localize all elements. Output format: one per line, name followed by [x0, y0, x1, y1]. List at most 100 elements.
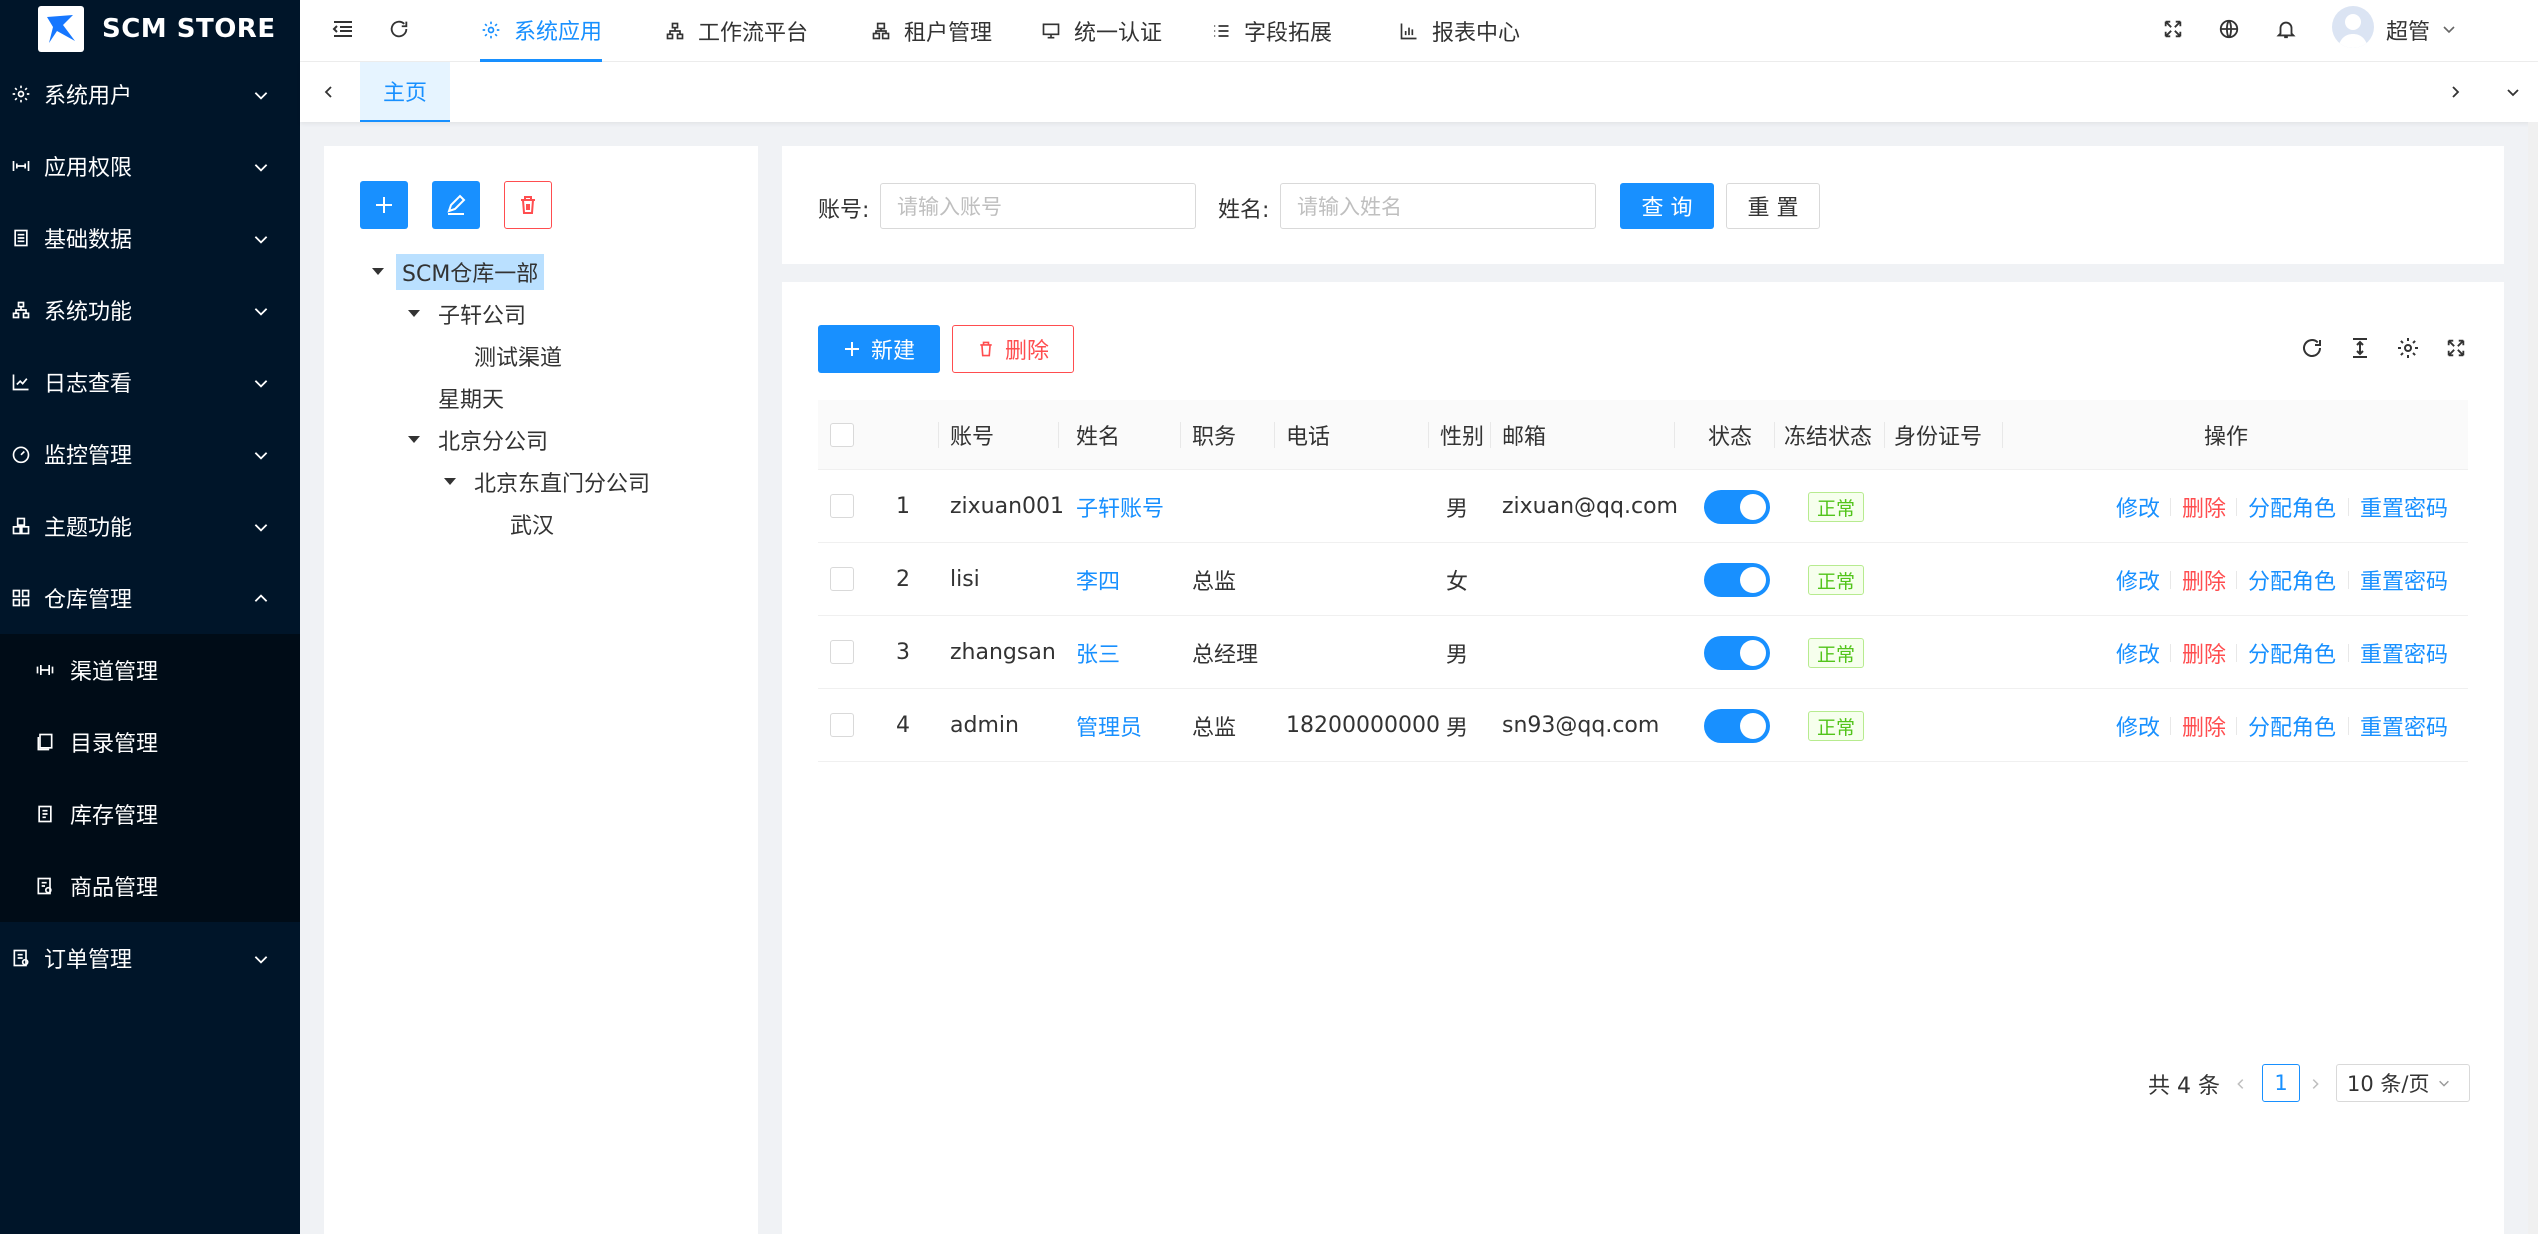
sidebar-item[interactable]: 订单管理 — [0, 922, 300, 994]
row-checkbox[interactable] — [830, 713, 854, 737]
sidebar-item[interactable]: 系统用户 — [0, 58, 300, 130]
row-checkbox[interactable] — [830, 494, 854, 518]
status-toggle[interactable] — [1704, 636, 1770, 670]
tab-scroll-left-icon[interactable] — [316, 79, 342, 105]
cell-name-link[interactable]: 李四 — [1076, 543, 1120, 616]
col-account[interactable]: 账号 — [950, 400, 994, 470]
col-gender[interactable]: 性别 — [1440, 400, 1484, 470]
top-tab[interactable]: 租户管理 — [870, 0, 992, 62]
top-tab[interactable]: 字段拓展 — [1210, 0, 1332, 62]
fullscreen-table-icon[interactable] — [2442, 334, 2470, 362]
sidebar-item[interactable]: 日志查看 — [0, 346, 300, 418]
delete-link[interactable]: 删除 — [2182, 543, 2226, 616]
tree-caret-icon[interactable] — [408, 310, 420, 317]
col-id-number[interactable]: 身份证号 — [1894, 400, 1982, 470]
top-tab[interactable]: 统一认证 — [1040, 0, 1162, 62]
fullscreen-icon[interactable] — [2160, 16, 2186, 42]
row-checkbox[interactable] — [830, 567, 854, 591]
tree-delete-button[interactable] — [504, 181, 552, 229]
reset-password-link[interactable]: 重置密码 — [2360, 543, 2448, 616]
tab-home[interactable]: 主页 — [360, 62, 450, 122]
sidebar-item[interactable]: 主题功能 — [0, 490, 300, 562]
bell-icon[interactable] — [2273, 16, 2299, 42]
reset-button[interactable]: 重 置 — [1726, 183, 1820, 229]
tree-node[interactable]: 子轩公司 — [438, 296, 526, 332]
sidebar-subitem[interactable]: 库存管理 — [0, 778, 300, 850]
tree-node[interactable]: 武汉 — [510, 506, 554, 542]
tree-node[interactable]: SCM仓库一部 — [396, 254, 545, 290]
col-freeze-status[interactable]: 冻结状态 — [1784, 400, 1872, 470]
language-icon[interactable] — [2216, 16, 2242, 42]
status-toggle[interactable] — [1704, 709, 1770, 743]
reload-icon[interactable] — [2298, 334, 2326, 362]
col-phone[interactable]: 电话 — [1286, 400, 1330, 470]
sidebar-item[interactable]: 应用权限 — [0, 130, 300, 202]
table-row[interactable]: 2 lisi 李四 总监 女 正常 修改 删除 分配角色 重置密码 — [818, 543, 2468, 616]
col-email[interactable]: 邮箱 — [1502, 400, 1546, 470]
col-name[interactable]: 姓名 — [1076, 400, 1120, 470]
sidebar-subitem[interactable]: 商品管理 — [0, 850, 300, 922]
assign-role-link[interactable]: 分配角色 — [2248, 616, 2336, 689]
col-status[interactable]: 状态 — [1708, 400, 1752, 470]
column-height-icon[interactable] — [2346, 334, 2374, 362]
select-all-checkbox[interactable] — [830, 423, 854, 447]
table-row[interactable]: 4 admin 管理员 总监 18200000000 男 sn93@qq.com 正常 修改 删除… — [818, 689, 2468, 762]
cell-name-link[interactable]: 管理员 — [1076, 689, 1142, 762]
account-input[interactable]: 请输入账号 — [880, 183, 1196, 229]
settings-icon[interactable] — [2394, 334, 2422, 362]
tree-caret-icon[interactable] — [408, 436, 420, 443]
refresh-icon[interactable] — [386, 16, 412, 42]
name-input[interactable]: 请输入姓名 — [1280, 183, 1596, 229]
page-1[interactable]: 1 — [2262, 1064, 2300, 1102]
delete-link[interactable]: 删除 — [2182, 470, 2226, 543]
sidebar-subitem[interactable]: 渠道管理 — [0, 634, 300, 706]
sidebar-item[interactable]: 仓库管理 — [0, 562, 300, 634]
tree-node[interactable]: 北京东直门分公司 — [474, 464, 650, 500]
assign-role-link[interactable]: 分配角色 — [2248, 543, 2336, 616]
reset-password-link[interactable]: 重置密码 — [2360, 616, 2448, 689]
chevron-down-icon[interactable] — [2436, 16, 2462, 42]
query-button[interactable]: 查 询 — [1620, 183, 1714, 229]
tab-menu-chevron-icon[interactable] — [2500, 79, 2526, 105]
top-tab[interactable]: 报表中心 — [1398, 0, 1520, 62]
top-tab[interactable]: 系统应用 — [480, 0, 603, 62]
sidebar-subitem[interactable]: 目录管理 — [0, 706, 300, 778]
page-prev-icon[interactable] — [2228, 1066, 2254, 1102]
top-tab[interactable]: 工作流平台 — [664, 0, 808, 62]
cell-name-link[interactable]: 子轩账号 — [1076, 470, 1164, 543]
tree-node[interactable]: 星期天 — [438, 380, 504, 416]
table-row[interactable]: 3 zhangsan 张三 总经理 男 正常 修改 删除 分配角色 重置密码 — [818, 616, 2468, 689]
assign-role-link[interactable]: 分配角色 — [2248, 689, 2336, 762]
sidebar-item[interactable]: 监控管理 — [0, 418, 300, 490]
page-size-select[interactable]: 10 条/页 — [2336, 1064, 2470, 1102]
tree-edit-button[interactable] — [432, 181, 480, 229]
edit-link[interactable]: 修改 — [2116, 470, 2160, 543]
delete-button[interactable]: 删除 — [952, 325, 1074, 373]
cell-name-link[interactable]: 张三 — [1076, 616, 1120, 689]
col-title[interactable]: 职务 — [1192, 400, 1236, 470]
status-toggle[interactable] — [1704, 563, 1770, 597]
menu-fold-icon[interactable] — [330, 16, 356, 42]
sidebar-item[interactable]: 系统功能 — [0, 274, 300, 346]
avatar[interactable] — [2332, 6, 2374, 48]
tree-node[interactable]: 测试渠道 — [474, 338, 562, 374]
row-checkbox[interactable] — [830, 640, 854, 664]
delete-link[interactable]: 删除 — [2182, 689, 2226, 762]
edit-link[interactable]: 修改 — [2116, 616, 2160, 689]
tab-scroll-right-icon[interactable] — [2442, 79, 2468, 105]
reset-password-link[interactable]: 重置密码 — [2360, 689, 2448, 762]
assign-role-link[interactable]: 分配角色 — [2248, 470, 2336, 543]
delete-link[interactable]: 删除 — [2182, 616, 2226, 689]
tree-node[interactable]: 北京分公司 — [438, 422, 548, 458]
table-row[interactable]: 1 zixuan001 子轩账号 男 zixuan@qq.com 正常 修改 删除 分配角色 重置… — [818, 470, 2468, 543]
tree-caret-icon[interactable] — [372, 268, 384, 275]
reset-password-link[interactable]: 重置密码 — [2360, 470, 2448, 543]
user-name[interactable]: 超管 — [2386, 14, 2430, 46]
sidebar-item[interactable]: 基础数据 — [0, 202, 300, 274]
edit-link[interactable]: 修改 — [2116, 543, 2160, 616]
tree-caret-icon[interactable] — [444, 478, 456, 485]
new-button[interactable]: 新建 — [818, 325, 940, 373]
edit-link[interactable]: 修改 — [2116, 689, 2160, 762]
page-next-icon[interactable] — [2302, 1066, 2328, 1102]
status-toggle[interactable] — [1704, 490, 1770, 524]
